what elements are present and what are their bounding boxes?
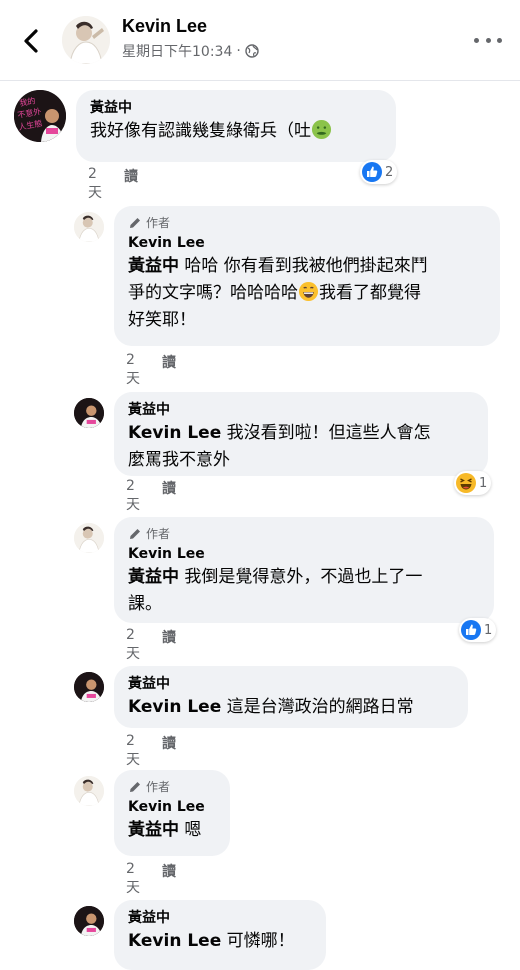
comment-text: Kevin Lee 這是台灣政治的網路日常 (128, 697, 414, 717)
dot-icon (497, 37, 502, 43)
comment-age[interactable]: 2天 (126, 733, 140, 769)
post-header: Kevin Lee 星期日下午10:34 · (0, 0, 520, 81)
read-button[interactable]: 讀 (162, 733, 176, 769)
mention-link[interactable]: 黃益中 (128, 820, 179, 840)
read-button[interactable]: 讀 (124, 166, 138, 202)
mention-link[interactable]: 黃益中 (128, 256, 179, 276)
pencil-icon (130, 217, 140, 228)
pencil-icon (130, 528, 140, 539)
comment-bubble: 作者 Kevin Lee 黃益中 我倒是覺得意外，不過也上了一 課。 (114, 517, 494, 623)
comment-text: 我好像有認識幾隻綠衛兵（吐 (90, 118, 382, 145)
grinning-face-icon (298, 281, 319, 302)
avatar[interactable] (74, 672, 104, 702)
comment-author[interactable]: 黃益中 (128, 674, 454, 694)
comment-bubble: 黃益中 Kevin Lee 這是台灣政治的網路日常 (114, 666, 468, 728)
dot-icon (485, 37, 491, 43)
comment-author[interactable]: Kevin Lee (128, 797, 216, 817)
pencil-icon (130, 781, 140, 792)
avatar[interactable] (74, 212, 104, 242)
comment-actions: 2天 讀 (126, 733, 176, 769)
dot-icon (474, 37, 479, 43)
comment-text: 黃益中 嗯 (128, 820, 202, 840)
author-badge: 作者 (128, 214, 486, 231)
reaction-count[interactable]: 1 (459, 618, 497, 642)
reaction-count[interactable]: 2 (360, 160, 398, 184)
like-icon (362, 162, 382, 182)
header-avatar[interactable] (62, 16, 110, 64)
more-options-button[interactable] (474, 30, 502, 50)
chevron-left-icon (24, 29, 38, 53)
avatar[interactable]: 我的 不意外 人生態 (14, 90, 66, 142)
comment-text: 黃益中 哈哈 你有看到我被他們掛起來鬥 爭的文字嗎？哈哈哈哈 我看了都覺得 好笑… (128, 256, 428, 330)
mention-link[interactable]: Kevin Lee (128, 931, 221, 951)
author-badge: 作者 (128, 525, 480, 542)
comment-actions: 2天 讀 (126, 627, 176, 663)
comment-age[interactable]: 2天 (126, 352, 140, 388)
comment-author[interactable]: 黃益中 (128, 908, 312, 928)
reaction-count[interactable]: 1 (454, 471, 492, 495)
avatar[interactable] (74, 906, 104, 936)
comment-actions: 2天 讀 (126, 861, 176, 897)
comment-bubble: 黃益中 我好像有認識幾隻綠衛兵（吐 (76, 90, 396, 162)
read-button[interactable]: 讀 (162, 861, 176, 897)
avatar[interactable] (74, 523, 104, 553)
comment-text: Kevin Lee 我沒看到啦！但這些人會怎 麼罵我不意外 (128, 423, 431, 470)
post-timestamp[interactable]: 星期日下午10:34 (122, 41, 232, 61)
comment-age[interactable]: 2天 (126, 627, 140, 663)
post-author-name[interactable]: Kevin Lee (122, 16, 207, 37)
comment-age[interactable]: 2天 (126, 478, 140, 514)
haha-icon (456, 473, 476, 493)
comment-author[interactable]: Kevin Lee (128, 544, 480, 564)
mention-link[interactable]: 黃益中 (128, 567, 179, 587)
mention-link[interactable]: Kevin Lee (128, 423, 221, 443)
read-button[interactable]: 讀 (162, 478, 176, 514)
avatar[interactable] (74, 398, 104, 428)
meta-separator: · (236, 43, 241, 59)
comment-text: Kevin Lee 可憐哪！ (128, 931, 295, 951)
like-icon (461, 620, 481, 640)
comment-text: 黃益中 我倒是覺得意外，不過也上了一 課。 (128, 567, 423, 614)
comment-actions: 2天 讀 (126, 352, 176, 388)
comment-bubble: 黃益中 Kevin Lee 我沒看到啦！但這些人會怎 麼罵我不意外 (114, 392, 488, 476)
nauseated-face-icon (311, 119, 332, 140)
comment-author[interactable]: 黃益中 (128, 400, 474, 420)
comment-bubble: 作者 Kevin Lee 黃益中 哈哈 你有看到我被他們掛起來鬥 爭的文字嗎？哈… (114, 206, 500, 346)
back-button[interactable] (14, 24, 48, 58)
comment-bubble: 作者 Kevin Lee 黃益中 嗯 (114, 770, 230, 856)
author-badge: 作者 (128, 778, 216, 795)
globe-icon (245, 44, 259, 58)
post-meta: 星期日下午10:34 · (122, 41, 259, 61)
comment-actions: 2天 讀 (126, 478, 176, 514)
comment-age[interactable]: 2天 (126, 861, 140, 897)
read-button[interactable]: 讀 (162, 627, 176, 663)
mention-link[interactable]: Kevin Lee (128, 697, 221, 717)
comment-author[interactable]: Kevin Lee (128, 233, 486, 253)
read-button[interactable]: 讀 (162, 352, 176, 388)
avatar[interactable] (74, 776, 104, 806)
comment-age[interactable]: 2天 (88, 166, 102, 202)
comment-actions: 2天 讀 (88, 166, 138, 202)
comment-author[interactable]: 黃益中 (90, 98, 382, 118)
